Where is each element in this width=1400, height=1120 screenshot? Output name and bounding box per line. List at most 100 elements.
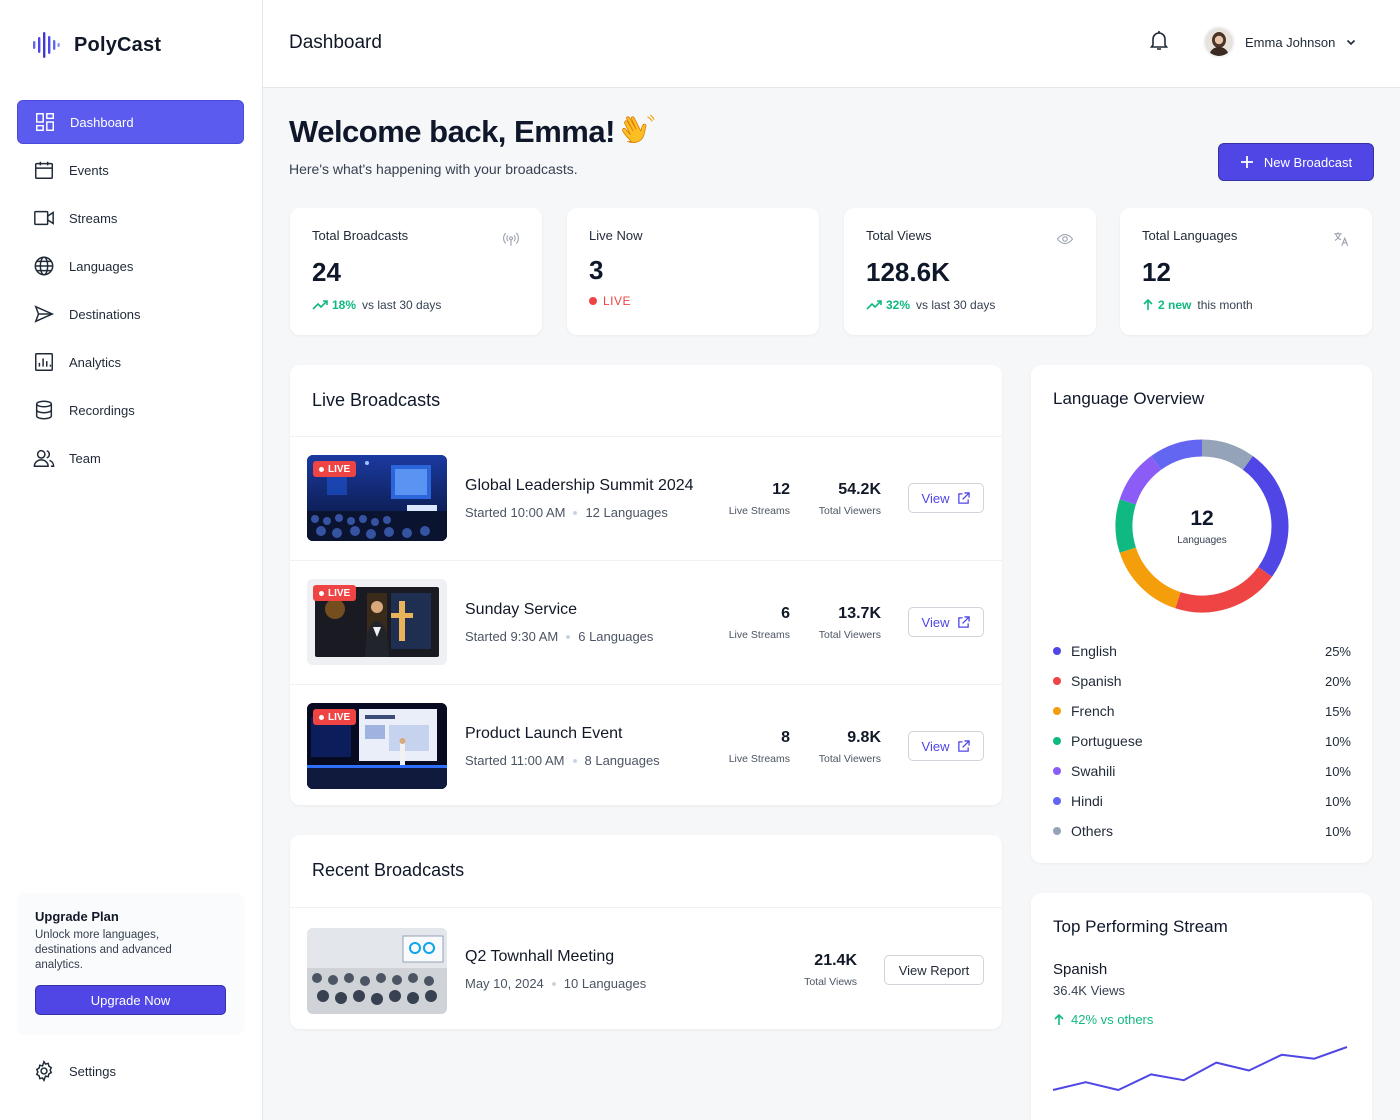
sidebar-item-languages[interactable]: Languages — [17, 244, 244, 288]
legend-item-english: English 25% — [1053, 643, 1351, 659]
broadcast-thumbnail: LIVE — [307, 703, 447, 789]
view-button[interactable]: View — [908, 483, 984, 513]
sidebar-item-streams[interactable]: Streams — [17, 196, 244, 240]
broadcast-meta: Started 10:00 AM 12 Languages — [465, 505, 668, 520]
list-item[interactable]: Q2 Townhall Meeting May 10, 2024 10 Lang… — [290, 907, 1002, 1029]
stat-note: vs last 30 days — [916, 298, 996, 312]
total-viewers-value: 54.2K — [838, 481, 881, 498]
dashboard-icon — [36, 113, 54, 131]
live-streams-metric: 12 Live Streams — [729, 481, 790, 517]
legend-item-hindi: Hindi 10% — [1053, 793, 1351, 809]
bell-icon[interactable] — [1147, 28, 1171, 52]
stat-delta-value: 2 new — [1158, 298, 1192, 312]
total-views-value: 21.4K — [814, 952, 857, 969]
view-button[interactable]: View — [908, 607, 984, 637]
donut-segment-french — [1119, 547, 1181, 609]
waving-hand-icon — [622, 114, 655, 144]
live-badge-label: LIVE — [328, 587, 351, 599]
sidebar-item-events[interactable]: Events — [17, 148, 244, 192]
sidebar-item-team[interactable]: Team — [17, 436, 244, 480]
broadcast-languages: 12 Languages — [585, 505, 668, 520]
view-button[interactable]: View — [908, 731, 984, 761]
list-item[interactable]: LIVE Sunday Service Started 9:30 AM 6 La… — [290, 560, 1002, 684]
total-views-label: Total Views — [804, 976, 857, 988]
legend-item-spanish: Spanish 20% — [1053, 673, 1351, 689]
user-menu[interactable]: Emma Johnson — [1203, 26, 1357, 58]
broadcast-start-time: Started 10:00 AM — [465, 505, 566, 520]
donut-center: 12 Languages — [1113, 507, 1291, 546]
live-broadcasts-title: Live Broadcasts — [312, 390, 441, 410]
legend-swatch — [1053, 677, 1061, 685]
donut-center-label: Languages — [1177, 535, 1227, 546]
sparkline-chart — [1052, 1046, 1348, 1091]
legend-percent: 10% — [1324, 733, 1351, 749]
sidebar-item-settings[interactable]: Settings — [33, 1060, 116, 1082]
welcome-title: Welcome back, Emma! — [289, 114, 615, 149]
brand-name: PolyCast — [74, 33, 162, 56]
welcome-subtitle: Here's what's happening with your broadc… — [289, 161, 578, 177]
broadcast-name: Global Leadership Summit 2024 — [465, 477, 694, 494]
upgrade-now-button[interactable]: Upgrade Now — [35, 985, 226, 1015]
legend-swatch — [1053, 767, 1061, 775]
broadcast-start-time: Started 9:30 AM — [465, 629, 559, 644]
live-badge-text: LIVE — [603, 294, 632, 308]
stat-card-total-views: Total Views 128.6K 32% vs last 30 days — [844, 208, 1096, 335]
broadcast-meta: May 10, 2024 10 Languages — [465, 976, 646, 991]
sidebar-item-destinations[interactable]: Destinations — [17, 292, 244, 336]
legend-label: French — [1071, 703, 1115, 719]
stat-card-live-now: Live Now 3 LIVE — [567, 208, 819, 335]
broadcast-icon — [503, 232, 519, 246]
stat-label: Total Broadcasts — [312, 228, 409, 243]
sidebar: PolyCast Dashboard Events Streams Langua… — [0, 0, 263, 1120]
legend-item-portuguese: Portuguese 10% — [1053, 733, 1351, 749]
stat-label: Total Views — [866, 228, 932, 243]
sidebar-item-recordings[interactable]: Recordings — [17, 388, 244, 432]
total-viewers-metric: 9.8K Total Viewers — [819, 729, 881, 765]
live-streams-label: Live Streams — [728, 505, 790, 517]
broadcast-thumbnail: LIVE — [307, 579, 447, 665]
new-broadcast-button[interactable]: New Broadcast — [1218, 143, 1374, 181]
analytics-icon — [35, 353, 53, 371]
view-report-button[interactable]: View Report — [884, 955, 984, 985]
sidebar-item-label: Events — [69, 162, 109, 178]
chevron-down-icon — [1347, 39, 1356, 46]
sidebar-item-dashboard[interactable]: Dashboard — [17, 100, 244, 144]
live-badge: LIVE — [313, 461, 357, 477]
stat-label: Total Languages — [1142, 228, 1238, 243]
waveform-logo-icon — [33, 32, 60, 58]
upgrade-plan-card: Upgrade Plan Unlock more languages, dest… — [18, 893, 244, 1033]
live-streams-label: Live Streams — [728, 629, 790, 641]
live-streams-value: 12 — [772, 481, 790, 498]
view-label: View — [921, 614, 950, 630]
recent-broadcasts-title: Recent Broadcasts — [312, 860, 465, 880]
live-streams-metric: 6 Live Streams — [729, 605, 790, 641]
separator-dot — [573, 510, 578, 515]
view-label: View — [921, 738, 950, 754]
broadcast-meta: Started 11:00 AM 8 Languages — [465, 753, 660, 768]
broadcast-start-time: Started 11:00 AM — [465, 753, 565, 768]
stat-delta-value: 32% — [886, 298, 911, 312]
broadcast-languages: 10 Languages — [563, 976, 647, 991]
total-viewers-metric: 13.7K Total Viewers — [819, 605, 881, 641]
sidebar-item-label: Languages — [69, 258, 134, 274]
total-viewers-value: 13.7K — [838, 605, 881, 622]
sidebar-item-analytics[interactable]: Analytics — [17, 340, 244, 384]
top-stream-name: Spanish — [1053, 961, 1108, 978]
legend-swatch — [1053, 707, 1061, 715]
total-viewers-label: Total Viewers — [818, 505, 881, 517]
stat-delta: 32% — [866, 298, 910, 312]
sidebar-item-label: Analytics — [69, 354, 122, 370]
sidebar-item-label: Recordings — [69, 402, 135, 418]
live-badge: LIVE — [313, 709, 357, 725]
stat-value: 12 — [1142, 257, 1171, 287]
legend-swatch — [1053, 827, 1061, 835]
separator-dot — [572, 758, 577, 763]
top-stream-delta: 42% vs others — [1053, 1012, 1153, 1027]
list-item[interactable]: LIVE Global Leadership Summit 2024 Start… — [290, 436, 1002, 560]
list-item[interactable]: LIVE Product Launch Event Started 11:00 … — [290, 684, 1002, 805]
brand[interactable]: PolyCast — [32, 30, 161, 60]
sidebar-item-label: Team — [69, 450, 101, 466]
eye-icon — [1056, 233, 1074, 245]
broadcast-thumbnail — [307, 928, 447, 1014]
legend-label: English — [1071, 643, 1117, 659]
